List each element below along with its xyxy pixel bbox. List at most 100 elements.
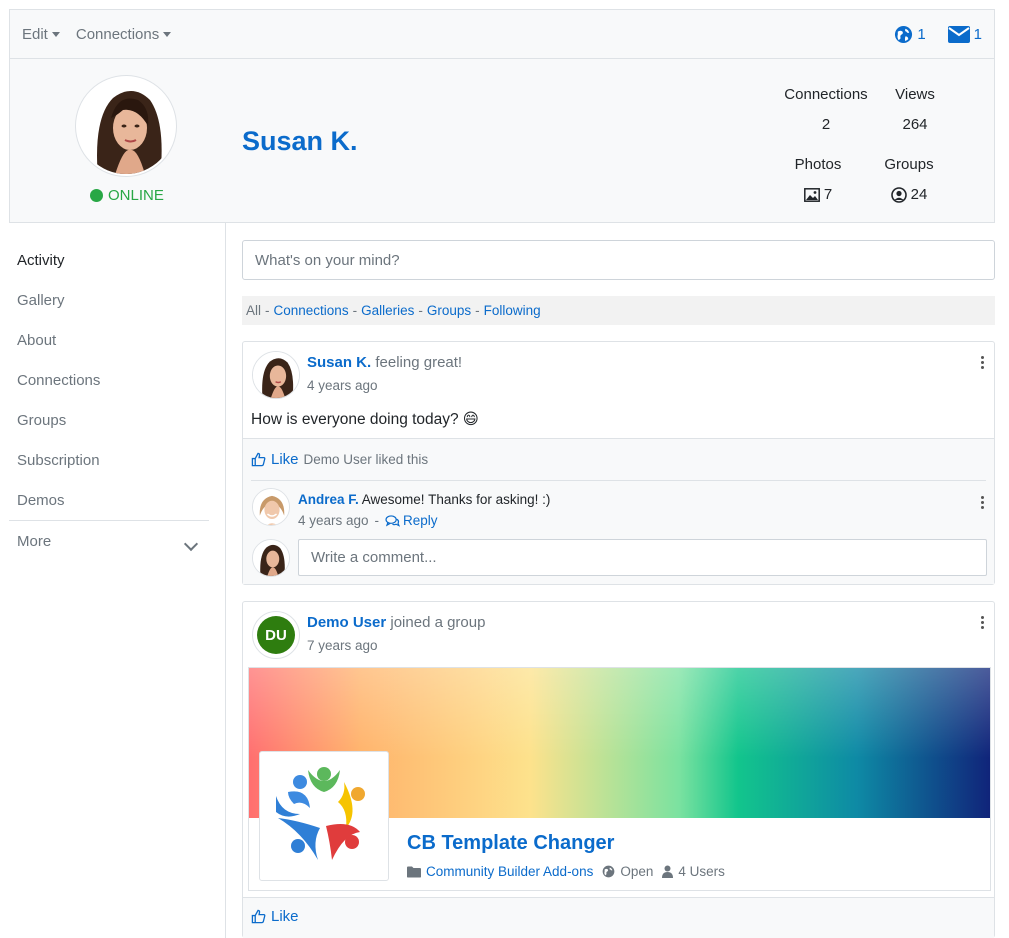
comments-icon[interactable] (385, 514, 401, 527)
group-category-link[interactable]: Community Builder Add-ons (426, 864, 593, 879)
globe-notifications[interactable]: 1 (894, 25, 926, 44)
globe-count: 1 (917, 26, 926, 43)
post-header: Demo User joined a group (307, 614, 485, 631)
edit-menu[interactable]: Edit (22, 26, 60, 43)
globe-icon (602, 865, 615, 878)
stat-groups-value: 24 (910, 186, 928, 203)
mail-notifications[interactable]: 1 (947, 26, 982, 43)
sidebar-item-about[interactable]: About (17, 332, 56, 349)
connections-menu[interactable]: Connections (75, 26, 172, 43)
comment-divider (251, 480, 986, 481)
sidebar-item-subscription[interactable]: Subscription (17, 452, 100, 469)
sidebar-item-connections[interactable]: Connections (17, 372, 100, 389)
post-action: feeling great! (375, 354, 463, 371)
post-timestamp[interactable]: 4 years ago (307, 378, 378, 393)
sidebar-item-demos[interactable]: Demos (17, 492, 65, 509)
comment-placeholder: Write a comment... (311, 549, 437, 566)
filter-separator: - (475, 303, 480, 318)
group-title[interactable]: CB Template Changer (407, 832, 614, 855)
stat-photos[interactable]: Photos 7 (768, 156, 868, 203)
stat-views-label: Views (895, 86, 935, 103)
thumbs-up-icon[interactable] (251, 909, 266, 924)
thumbs-up-icon[interactable] (251, 452, 266, 467)
envelope-icon (947, 26, 970, 43)
like-button[interactable]: Like (271, 908, 299, 925)
post-options-icon[interactable] (981, 616, 985, 631)
profile-header: ONLINE Susan K. Connections 2 Views 264 … (9, 58, 995, 223)
reply-button[interactable]: Reply (403, 513, 438, 528)
people-circle-logo-icon (276, 767, 365, 860)
post-body: How is everyone doing today? 😄 (251, 410, 479, 429)
stat-views-value: 264 (902, 116, 928, 133)
sidebar-item-activity[interactable]: Activity (17, 252, 65, 269)
group-meta: Community Builder Add-ons Open 4 Users (407, 864, 725, 879)
group-card[interactable]: CB Template Changer Community Builder Ad… (248, 667, 991, 891)
stat-connections-value: 2 (821, 116, 831, 133)
connections-menu-label: Connections (75, 26, 160, 43)
chevron-down-icon[interactable] (183, 536, 199, 552)
sidebar-item-gallery[interactable]: Gallery (17, 292, 65, 309)
profile-name: Susan K. (242, 126, 358, 156)
profile-sidebar: Activity Gallery About Connections Group… (0, 223, 226, 938)
stat-groups[interactable]: Groups 24 (859, 156, 959, 203)
comment-author-name[interactable]: Andrea F. (298, 492, 359, 507)
stat-photos-label: Photos (794, 156, 842, 173)
group-logo[interactable] (259, 751, 389, 881)
comment-meta-separator: - (374, 513, 380, 528)
comment-author-avatar[interactable] (252, 488, 290, 526)
post-text: How is everyone doing today? (251, 410, 459, 428)
filter-separator: - (265, 303, 270, 318)
globe-icon (895, 25, 913, 44)
caret-down-icon (163, 32, 172, 37)
post-author-name[interactable]: Demo User (307, 614, 386, 631)
comment-timestamp[interactable]: 4 years ago (298, 513, 369, 528)
sidebar-item-groups[interactable]: Groups (17, 412, 66, 429)
group-users-count: 4 Users (678, 864, 725, 879)
online-status: ONLINE (90, 187, 164, 204)
post-author-avatar[interactable] (252, 351, 300, 399)
group-privacy: Open (620, 864, 654, 879)
profile-photo (78, 78, 174, 174)
filter-connections[interactable]: Connections (274, 303, 349, 318)
filter-separator: - (418, 303, 423, 318)
filter-following[interactable]: Following (484, 303, 541, 318)
author-photo (253, 352, 299, 398)
mail-count: 1 (973, 26, 982, 43)
like-button[interactable]: Like (271, 451, 299, 468)
activity-post: Susan K. feeling great! 4 years ago How … (242, 341, 995, 585)
online-status-label: ONLINE (108, 187, 164, 204)
caret-down-icon (51, 32, 60, 37)
user-icon (662, 865, 674, 878)
post-author-name[interactable]: Susan K. (307, 354, 371, 371)
status-composer-input[interactable]: What's on your mind? (242, 240, 995, 280)
profile-menu-bar: Edit Connections 1 1 (9, 9, 995, 59)
activity-post: DU Demo User joined a group 7 years ago … (242, 601, 995, 938)
comment-options-icon[interactable] (981, 496, 985, 511)
post-footer: Like (243, 897, 994, 938)
edit-menu-label: Edit (22, 26, 48, 43)
comment-input[interactable]: Write a comment... (298, 539, 987, 576)
stat-connections: Connections 2 (776, 86, 876, 133)
composer-placeholder: What's on your mind? (255, 251, 400, 269)
filter-all[interactable]: All (246, 303, 261, 318)
current-user-avatar (252, 539, 290, 577)
post-timestamp[interactable]: 7 years ago (307, 638, 378, 653)
stat-views: Views 264 (865, 86, 965, 133)
demo-user-avatar[interactable]: DU (257, 616, 295, 654)
comment-line: Andrea F. Awesome! Thanks for asking! :) (298, 492, 550, 507)
image-icon (803, 187, 820, 202)
activity-filters: All - Connections - Galleries - Groups -… (242, 296, 995, 325)
grin-emoji: 😄 (462, 411, 479, 428)
folder-icon (407, 866, 421, 877)
sidebar-more[interactable]: More (17, 533, 51, 550)
stat-groups-label: Groups (884, 156, 934, 173)
likes-summary: Demo User liked this (303, 452, 429, 467)
user-circle-icon (890, 186, 907, 203)
post-options-icon[interactable] (981, 356, 985, 371)
stat-connections-label: Connections (784, 86, 868, 103)
post-action: joined a group (390, 614, 486, 631)
comment-meta: 4 years ago - Reply (298, 513, 438, 528)
profile-avatar[interactable] (76, 76, 176, 176)
filter-galleries[interactable]: Galleries (361, 303, 414, 318)
filter-groups[interactable]: Groups (427, 303, 471, 318)
